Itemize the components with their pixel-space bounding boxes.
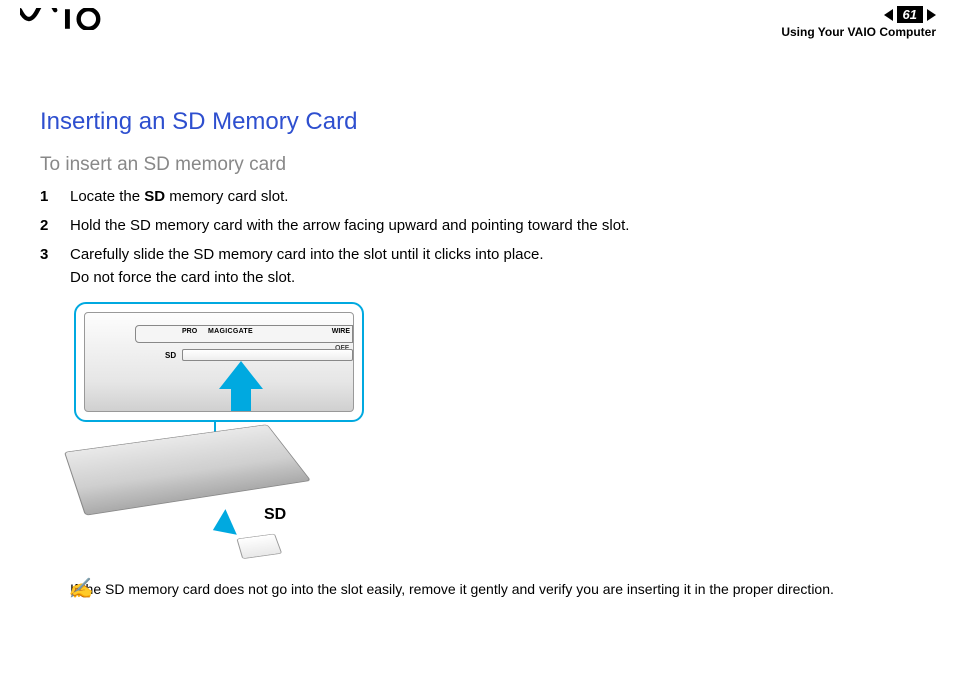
prev-page-arrow-icon[interactable] — [884, 9, 893, 21]
step-text: Carefully slide the SD memory card into … — [70, 244, 914, 288]
step-subtext: Do not force the card into the slot. — [70, 267, 914, 288]
laptop-perspective: SD — [64, 452, 324, 562]
vaio-logo — [20, 8, 108, 36]
wire-label: WIRE — [332, 328, 350, 335]
page-title: Inserting an SD Memory Card — [40, 108, 914, 136]
sd-slot-figure: PRO MAGICGATE WIRE OFF SD SD — [74, 302, 434, 562]
step-number: 3 — [40, 244, 52, 288]
insert-arrow-stem — [231, 387, 251, 411]
step-text: Hold the SD memory card with the arrow f… — [70, 215, 914, 236]
magicgate-label: MAGICGATE — [208, 328, 253, 335]
next-page-arrow-icon[interactable] — [927, 9, 936, 21]
page-subtitle: To insert an SD memory card — [40, 154, 914, 176]
step-number: 2 — [40, 215, 52, 236]
laptop-body — [64, 424, 311, 516]
page-navigation: 61 Using Your VAIO Computer — [781, 6, 936, 39]
insert-arrow2-icon — [212, 512, 232, 540]
sd-small-label: SD — [165, 351, 176, 360]
steps-list: 1 Locate the SD memory card slot. 2 Hold… — [40, 186, 914, 288]
step-item: 3 Carefully slide the SD memory card int… — [40, 244, 914, 288]
note-icon: ✍ — [68, 576, 93, 601]
step-text: Locate the SD memory card slot. — [70, 186, 914, 207]
pro-label: PRO — [182, 328, 197, 335]
device-closeup: PRO MAGICGATE WIRE OFF SD — [84, 312, 354, 412]
page-content: Inserting an SD Memory Card To insert an… — [40, 108, 914, 600]
upper-slot-strip: PRO MAGICGATE WIRE — [135, 325, 353, 343]
section-label: Using Your VAIO Computer — [781, 25, 936, 39]
page-number: 61 — [897, 6, 923, 23]
callout-box: PRO MAGICGATE WIRE OFF SD — [74, 302, 364, 422]
sd-label: SD — [264, 506, 286, 524]
sd-card — [236, 534, 282, 559]
page-header: 61 Using Your VAIO Computer — [0, 0, 954, 40]
sd-slot — [182, 349, 353, 361]
insert-arrow-icon — [219, 361, 263, 389]
step-item: 1 Locate the SD memory card slot. — [40, 186, 914, 207]
vaio-logo-svg — [20, 8, 108, 30]
note-text: If the SD memory card does not go into t… — [70, 580, 914, 600]
step-number: 1 — [40, 186, 52, 207]
note-block: ✍ If the SD memory card does not go into… — [70, 580, 914, 600]
step-item: 2 Hold the SD memory card with the arrow… — [40, 215, 914, 236]
